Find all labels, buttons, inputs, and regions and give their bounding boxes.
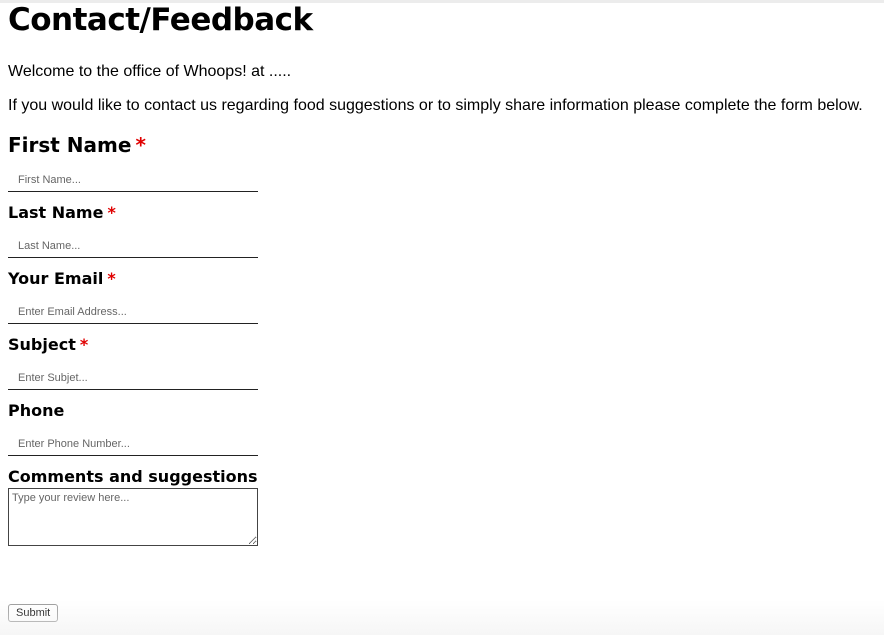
last-name-label-text: Last Name: [8, 203, 104, 222]
last-name-label: Last Name *: [8, 203, 116, 222]
submit-button[interactable]: Submit: [8, 604, 59, 622]
email-label-text: Your Email: [8, 269, 104, 288]
first-name-label: First Name *: [8, 133, 146, 157]
email-input[interactable]: [8, 300, 258, 324]
intro-instructions-text: If you would like to contact us regardin…: [8, 97, 863, 114]
required-marker: *: [107, 269, 116, 288]
required-marker: *: [107, 203, 116, 222]
email-label: Your Email *: [8, 269, 116, 288]
last-name-input[interactable]: [8, 234, 258, 258]
phone-label: Phone: [8, 401, 64, 420]
page-title: Contact/Feedback: [8, 2, 313, 38]
intro-welcome-text: Welcome to the office of Whoops! at ....…: [8, 63, 292, 80]
first-name-input[interactable]: [8, 168, 258, 192]
comments-textarea[interactable]: [8, 488, 258, 546]
first-name-label-text: First Name: [8, 133, 132, 157]
subject-label: Subject *: [8, 335, 88, 354]
required-marker: *: [79, 335, 89, 354]
phone-input[interactable]: [8, 432, 258, 456]
subject-input[interactable]: [8, 366, 258, 390]
comments-label: Comments and suggestions: [8, 467, 258, 486]
bottom-fade: [0, 600, 884, 635]
comments-label-text: Comments and suggestions: [8, 467, 258, 486]
phone-label-text: Phone: [8, 401, 65, 420]
subject-label-text: Subject: [8, 335, 76, 354]
required-marker: *: [135, 133, 146, 157]
